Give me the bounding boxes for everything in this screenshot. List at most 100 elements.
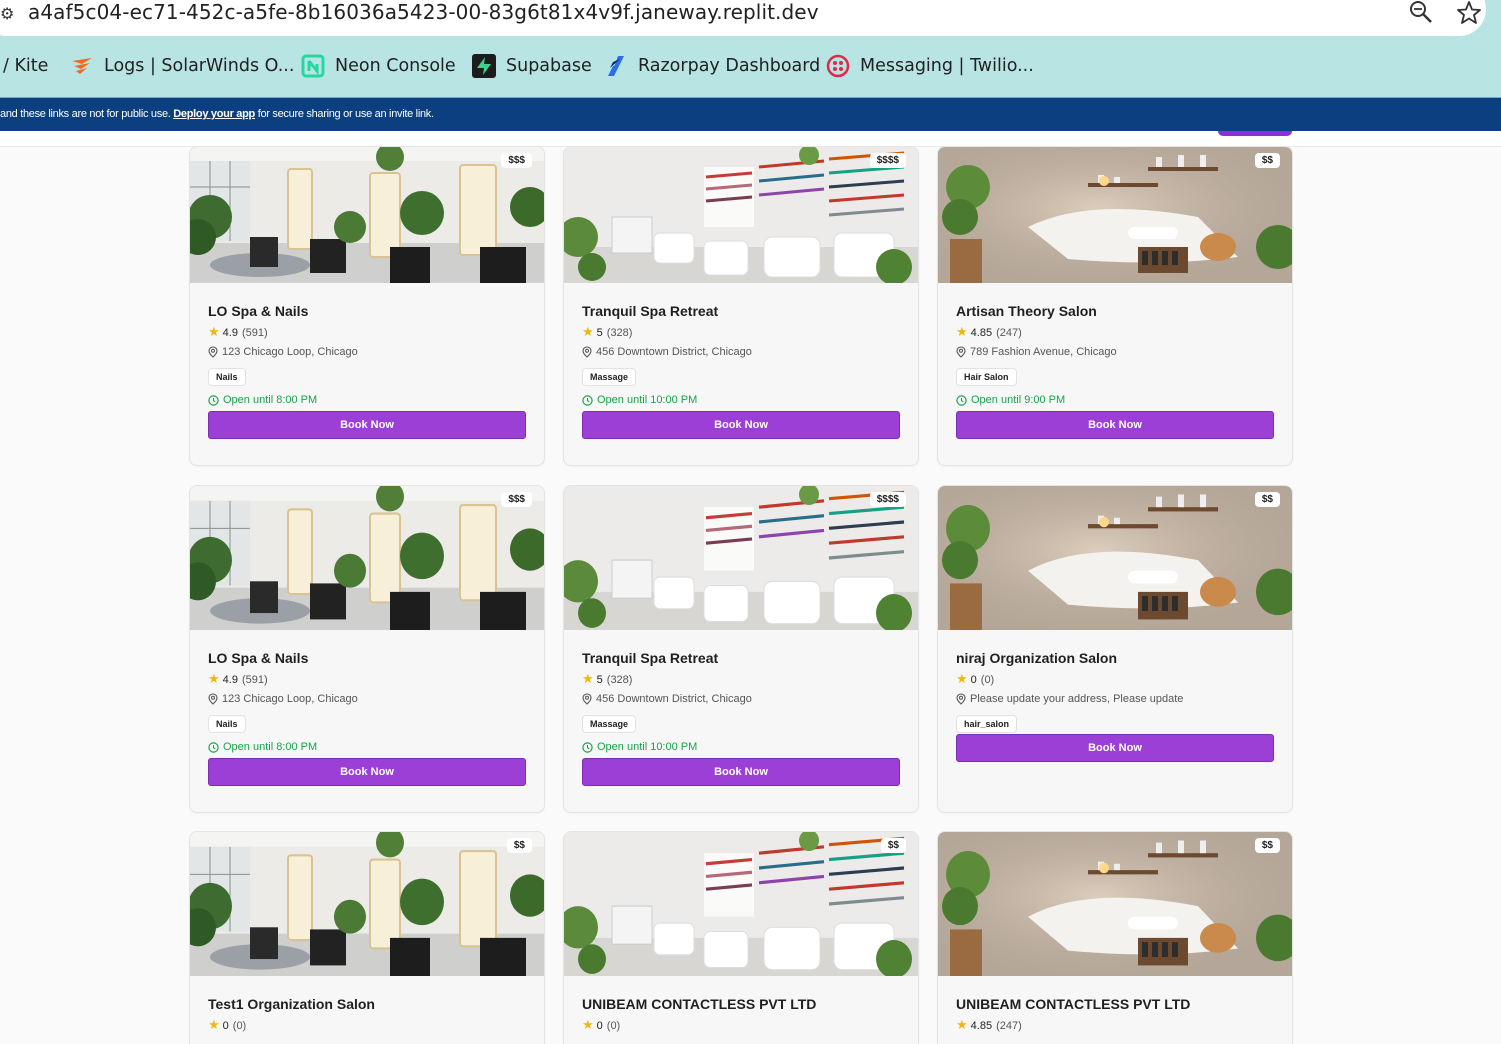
salon-name[interactable]: LO Spa & Nails: [208, 303, 308, 319]
review-count: (591): [241, 673, 268, 686]
rating-value: 4.9: [222, 326, 238, 339]
salon-card[interactable]: $$$$ Tranquil Spa Retreat ★ 5 (328) 456 Downt…: [563, 146, 919, 466]
address-text: 456 Downtown District, Chicago: [596, 346, 752, 358]
salon-name[interactable]: LO Spa & Nails: [208, 650, 308, 666]
salon-name[interactable]: Artisan Theory Salon: [956, 303, 1097, 319]
rating-value: 0: [222, 1019, 229, 1032]
review-count: (0): [606, 1019, 621, 1032]
book-now-button[interactable]: Book Now: [582, 411, 900, 439]
rating-value: 4.85: [970, 326, 993, 339]
bookmark-solarwinds[interactable]: Logs | SolarWinds O...: [70, 46, 294, 86]
salon-card[interactable]: $$ Artisan Theory Salon ★ 4.85 (247) 789 Fash…: [937, 146, 1293, 466]
star-icon: ★: [208, 325, 220, 340]
salon-card[interactable]: $$$ LO Spa & Nails ★ 4.9 (591) 123 Chicago Lo…: [189, 146, 545, 466]
salon-card[interactable]: $$ UNIBEAM CONTACTLESS PVT LTD ★ 4.85 (247): [937, 831, 1293, 1044]
salon-name[interactable]: Test1 Organization Salon: [208, 996, 375, 1012]
massage-photo-illustration: [938, 147, 1292, 283]
location-pin-icon: [208, 693, 218, 705]
salon-photo[interactable]: [190, 486, 544, 630]
salon-name[interactable]: Tranquil Spa Retreat: [582, 650, 718, 666]
rating-value: 0: [970, 673, 977, 686]
review-count: (247): [996, 1019, 1022, 1032]
zoom-icon[interactable]: [1408, 0, 1434, 26]
address-text: 123 Chicago Loop, Chicago: [222, 346, 358, 358]
price-badge: $$$: [501, 153, 532, 168]
category-tag: Hair Salon: [956, 368, 1017, 386]
massage-photo-illustration: [938, 486, 1292, 630]
twilio-icon: [826, 54, 850, 78]
salon-photo[interactable]: [564, 832, 918, 976]
salon-card[interactable]: $$$$ Tranquil Spa Retreat ★ 5 (328) 456 Downt…: [563, 485, 919, 813]
book-now-button[interactable]: Book Now: [208, 411, 526, 439]
bookmark-razorpay[interactable]: Razorpay Dashboard: [604, 46, 820, 86]
address-text: 456 Downtown District, Chicago: [596, 693, 752, 705]
category-tag: Nails: [208, 368, 246, 386]
salon-name[interactable]: UNIBEAM CONTACTLESS PVT LTD: [582, 996, 816, 1012]
salon-card[interactable]: $$ UNIBEAM CONTACTLESS PVT LTD ★ 0 (0): [563, 831, 919, 1044]
banner-prefix: and these links are not for public use.: [0, 108, 174, 120]
salon-photo[interactable]: [190, 832, 544, 976]
bookmark-label: Messaging | Twilio...: [860, 56, 1034, 76]
site-settings-icon[interactable]: ⚙: [0, 5, 14, 23]
book-now-button[interactable]: Book Now: [956, 734, 1274, 762]
book-now-button[interactable]: Book Now: [208, 758, 526, 786]
star-icon: ★: [208, 672, 220, 687]
rating: ★ 0 (0): [208, 1018, 246, 1033]
book-now-button[interactable]: Book Now: [956, 411, 1274, 439]
solarwinds-icon: [72, 58, 92, 74]
bookmark-label: Neon Console: [335, 56, 456, 76]
address-text: 123 Chicago Loop, Chicago: [222, 693, 358, 705]
salon-card[interactable]: $$ Test1 Organization Salon ★ 0 (0): [189, 831, 545, 1044]
nails-photo-illustration: [564, 832, 918, 976]
bookmark-neon[interactable]: Neon Console: [301, 46, 456, 86]
salon-name[interactable]: UNIBEAM CONTACTLESS PVT LTD: [956, 996, 1190, 1012]
hours-text: Open until 8:00 PM: [223, 741, 318, 753]
clock-icon: [208, 394, 219, 406]
review-count: (591): [241, 326, 268, 339]
star-icon: ★: [956, 1018, 968, 1033]
salon-card[interactable]: $$ niraj Organization Salon ★ 0 (0) Please up…: [937, 485, 1293, 813]
clock-icon: [956, 394, 967, 406]
price-badge: $$$$: [869, 153, 906, 168]
salon-photo[interactable]: [564, 147, 918, 283]
star-icon: ★: [582, 672, 594, 687]
salon-name[interactable]: niraj Organization Salon: [956, 650, 1117, 666]
price-badge: $$: [880, 838, 906, 853]
salon-photo-illustration: [190, 486, 544, 630]
salon-listing-page: $$$ LO Spa & Nails ★ 4.9 (591) 123 Chicago Lo…: [0, 131, 1501, 1044]
rating-value: 4.9: [222, 673, 238, 686]
location-pin-icon: [956, 346, 966, 358]
massage-photo-illustration: [938, 832, 1292, 976]
address: Please update your address, Please updat…: [956, 693, 1183, 705]
nails-photo-illustration: [564, 147, 918, 283]
salon-name[interactable]: Tranquil Spa Retreat: [582, 303, 718, 319]
location-pin-icon: [208, 346, 218, 358]
address: 123 Chicago Loop, Chicago: [208, 346, 358, 358]
razorpay-icon: [608, 56, 624, 76]
bookmark-twilio[interactable]: Messaging | Twilio...: [826, 46, 1034, 86]
url-text[interactable]: a4af5c04-ec71-452c-a5fe-8b16036a5423-00-…: [28, 0, 819, 24]
review-count: (328): [606, 326, 633, 339]
address: 789 Fashion Avenue, Chicago: [956, 346, 1117, 358]
banner-suffix: for secure sharing or use an invite link…: [254, 108, 434, 120]
book-now-button[interactable]: Book Now: [582, 758, 900, 786]
salon-photo-illustration: [190, 147, 544, 283]
salon-photo[interactable]: [190, 147, 544, 283]
bookmark-kite[interactable]: / Kite: [3, 46, 48, 86]
salon-photo[interactable]: [938, 147, 1292, 283]
bookmark-star-icon[interactable]: [1456, 0, 1482, 26]
salon-photo[interactable]: [564, 486, 918, 630]
category-tag: Massage: [582, 715, 637, 733]
rating: ★ 4.9 (591): [208, 325, 268, 340]
price-badge: $$: [1254, 838, 1280, 853]
salon-photo[interactable]: [938, 832, 1292, 976]
deploy-link[interactable]: Deploy your app: [173, 108, 255, 120]
salon-photo[interactable]: [938, 486, 1292, 630]
rating-value: 5: [596, 673, 603, 686]
price-badge: $$: [1254, 492, 1280, 507]
salon-card[interactable]: $$$ LO Spa & Nails ★ 4.9 (591) 123 Chicago Lo…: [189, 485, 545, 813]
bookmark-supabase[interactable]: Supabase: [472, 46, 592, 86]
rating: ★ 4.85 (247): [956, 325, 1022, 340]
clock-icon: [582, 741, 593, 753]
toolbar-button[interactable]: [1218, 131, 1292, 136]
